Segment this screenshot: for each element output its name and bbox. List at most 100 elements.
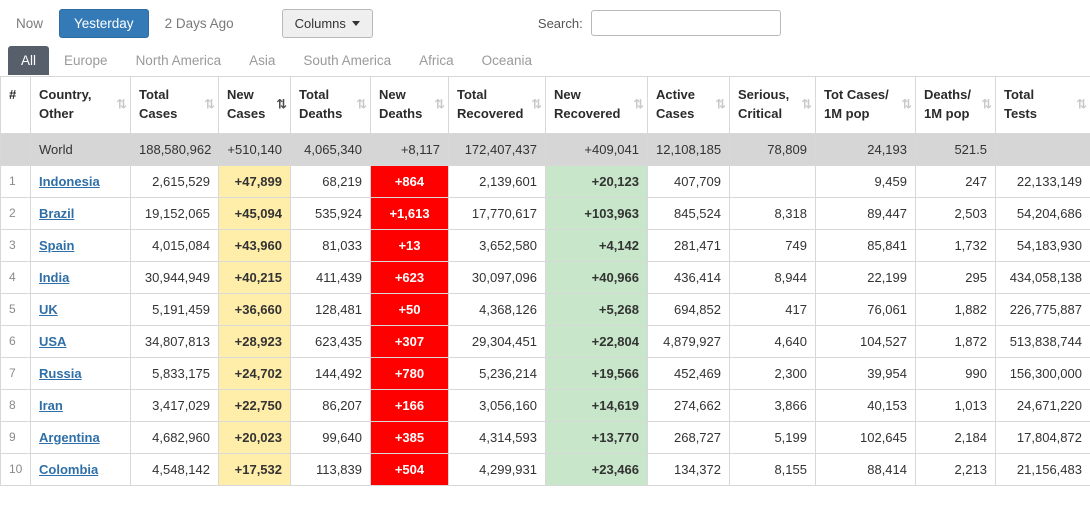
sort-icon: ⇅ xyxy=(1076,97,1087,112)
cell-country: USA xyxy=(31,325,131,357)
country-row: 7Russia5,833,175+24,702144,492+7805,236,… xyxy=(1,357,1090,389)
cell-total_deaths: 68,219 xyxy=(291,165,371,197)
cell-cases_per_1m: 9,459 xyxy=(816,165,916,197)
cell-deaths_per_1m: 990 xyxy=(916,357,996,389)
cell-rank: 6 xyxy=(1,325,31,357)
time-filter-2-days-ago[interactable]: 2 Days Ago xyxy=(159,10,240,37)
cell-new_recovered: +23,466 xyxy=(546,453,648,485)
cell-country: Colombia xyxy=(31,453,131,485)
cell-new_deaths: +864 xyxy=(371,165,449,197)
cell-total_cases: 188,580,962 xyxy=(131,133,219,165)
tab-oceania[interactable]: Oceania xyxy=(469,46,545,75)
cell-total_tests: 17,804,872 xyxy=(996,421,1090,453)
tab-south-america[interactable]: South America xyxy=(290,46,404,75)
tab-all[interactable]: All xyxy=(8,46,49,75)
cell-active_cases: 12,108,185 xyxy=(648,133,730,165)
cell-total_cases: 34,807,813 xyxy=(131,325,219,357)
cell-new_cases: +45,094 xyxy=(219,197,291,229)
cell-total_deaths: 86,207 xyxy=(291,389,371,421)
column-header-country[interactable]: Country, Other⇅ xyxy=(31,77,131,134)
cell-total_tests: 21,156,483 xyxy=(996,453,1090,485)
cell-rank: 10 xyxy=(1,453,31,485)
cell-country: Brazil xyxy=(31,197,131,229)
country-row: 10Colombia4,548,142+17,532113,839+5044,2… xyxy=(1,453,1090,485)
cell-serious_critical xyxy=(730,165,816,197)
cell-rank: 2 xyxy=(1,197,31,229)
column-header-new_cases[interactable]: New Cases⇅ xyxy=(219,77,291,134)
column-header-label: Serious, Critical xyxy=(738,87,789,121)
column-header-deaths_per_1m[interactable]: Deaths/ 1M pop⇅ xyxy=(916,77,996,134)
cell-country: World xyxy=(31,133,131,165)
tab-africa[interactable]: Africa xyxy=(406,46,467,75)
column-header-cases_per_1m[interactable]: Tot Cases/ 1M pop⇅ xyxy=(816,77,916,134)
country-link[interactable]: USA xyxy=(39,334,66,349)
country-link[interactable]: Brazil xyxy=(39,206,74,221)
cell-total_tests: 434,058,138 xyxy=(996,261,1090,293)
cell-new_cases: +20,023 xyxy=(219,421,291,453)
cell-new_recovered: +13,770 xyxy=(546,421,648,453)
cell-country: Spain xyxy=(31,229,131,261)
country-link[interactable]: Argentina xyxy=(39,430,100,445)
cell-active_cases: 274,662 xyxy=(648,389,730,421)
cell-new_cases: +24,702 xyxy=(219,357,291,389)
cell-deaths_per_1m: 1,732 xyxy=(916,229,996,261)
cell-new_deaths: +50 xyxy=(371,293,449,325)
cell-new_deaths: +166 xyxy=(371,389,449,421)
country-row: 1Indonesia2,615,529+47,89968,219+8642,13… xyxy=(1,165,1090,197)
covid-stats-table: #Country, Other⇅Total Cases⇅New Cases⇅To… xyxy=(0,76,1090,486)
cell-rank: 8 xyxy=(1,389,31,421)
country-link[interactable]: Russia xyxy=(39,366,82,381)
cell-serious_critical: 5,199 xyxy=(730,421,816,453)
cell-cases_per_1m: 76,061 xyxy=(816,293,916,325)
column-header-total_cases[interactable]: Total Cases⇅ xyxy=(131,77,219,134)
cell-country: Russia xyxy=(31,357,131,389)
cell-total_recovered: 172,407,437 xyxy=(449,133,546,165)
column-header-serious_critical[interactable]: Serious, Critical⇅ xyxy=(730,77,816,134)
cell-new_recovered: +20,123 xyxy=(546,165,648,197)
cell-active_cases: 694,852 xyxy=(648,293,730,325)
cell-new_cases: +22,750 xyxy=(219,389,291,421)
search-input[interactable] xyxy=(591,10,781,36)
column-header-total_deaths[interactable]: Total Deaths⇅ xyxy=(291,77,371,134)
column-header-new_deaths[interactable]: New Deaths⇅ xyxy=(371,77,449,134)
column-header-label: Total Tests xyxy=(1004,87,1037,121)
columns-button[interactable]: Columns xyxy=(282,9,373,38)
cell-rank: 4 xyxy=(1,261,31,293)
column-header-total_tests[interactable]: Total Tests ⇅ xyxy=(996,77,1090,134)
country-link[interactable]: Colombia xyxy=(39,462,98,477)
column-header-rank[interactable]: # xyxy=(1,77,31,134)
column-header-label: New Cases xyxy=(227,87,265,121)
column-header-active_cases[interactable]: Active Cases⇅ xyxy=(648,77,730,134)
country-link[interactable]: Spain xyxy=(39,238,74,253)
cell-total_deaths: 99,640 xyxy=(291,421,371,453)
tab-asia[interactable]: Asia xyxy=(236,46,288,75)
country-link[interactable]: Iran xyxy=(39,398,63,413)
cell-active_cases: 452,469 xyxy=(648,357,730,389)
cell-active_cases: 436,414 xyxy=(648,261,730,293)
column-header-label: Total Deaths xyxy=(299,87,342,121)
tab-europe[interactable]: Europe xyxy=(51,46,121,75)
country-link[interactable]: UK xyxy=(39,302,58,317)
sort-icon: ⇅ xyxy=(531,97,542,112)
sort-icon: ⇅ xyxy=(981,97,992,112)
cell-country: India xyxy=(31,261,131,293)
column-header-new_recovered[interactable]: New Recovered⇅ xyxy=(546,77,648,134)
country-link[interactable]: India xyxy=(39,270,69,285)
time-filter-group: Now Yesterday 2 Days Ago xyxy=(10,9,240,38)
cell-cases_per_1m: 39,954 xyxy=(816,357,916,389)
cell-cases_per_1m: 102,645 xyxy=(816,421,916,453)
cell-serious_critical: 2,300 xyxy=(730,357,816,389)
time-filter-now[interactable]: Now xyxy=(10,10,49,37)
tab-north-america[interactable]: North America xyxy=(123,46,235,75)
cell-total_recovered: 4,314,593 xyxy=(449,421,546,453)
cell-cases_per_1m: 22,199 xyxy=(816,261,916,293)
time-filter-yesterday[interactable]: Yesterday xyxy=(59,9,149,38)
search-container: Search: xyxy=(538,10,781,36)
country-link[interactable]: Indonesia xyxy=(39,174,100,189)
column-header-label: # xyxy=(9,87,16,102)
world-row: World188,580,962+510,1404,065,340+8,1171… xyxy=(1,133,1090,165)
cell-total_cases: 4,015,084 xyxy=(131,229,219,261)
cell-rank: 9 xyxy=(1,421,31,453)
cell-active_cases: 268,727 xyxy=(648,421,730,453)
column-header-total_recovered[interactable]: Total Recovered⇅ xyxy=(449,77,546,134)
